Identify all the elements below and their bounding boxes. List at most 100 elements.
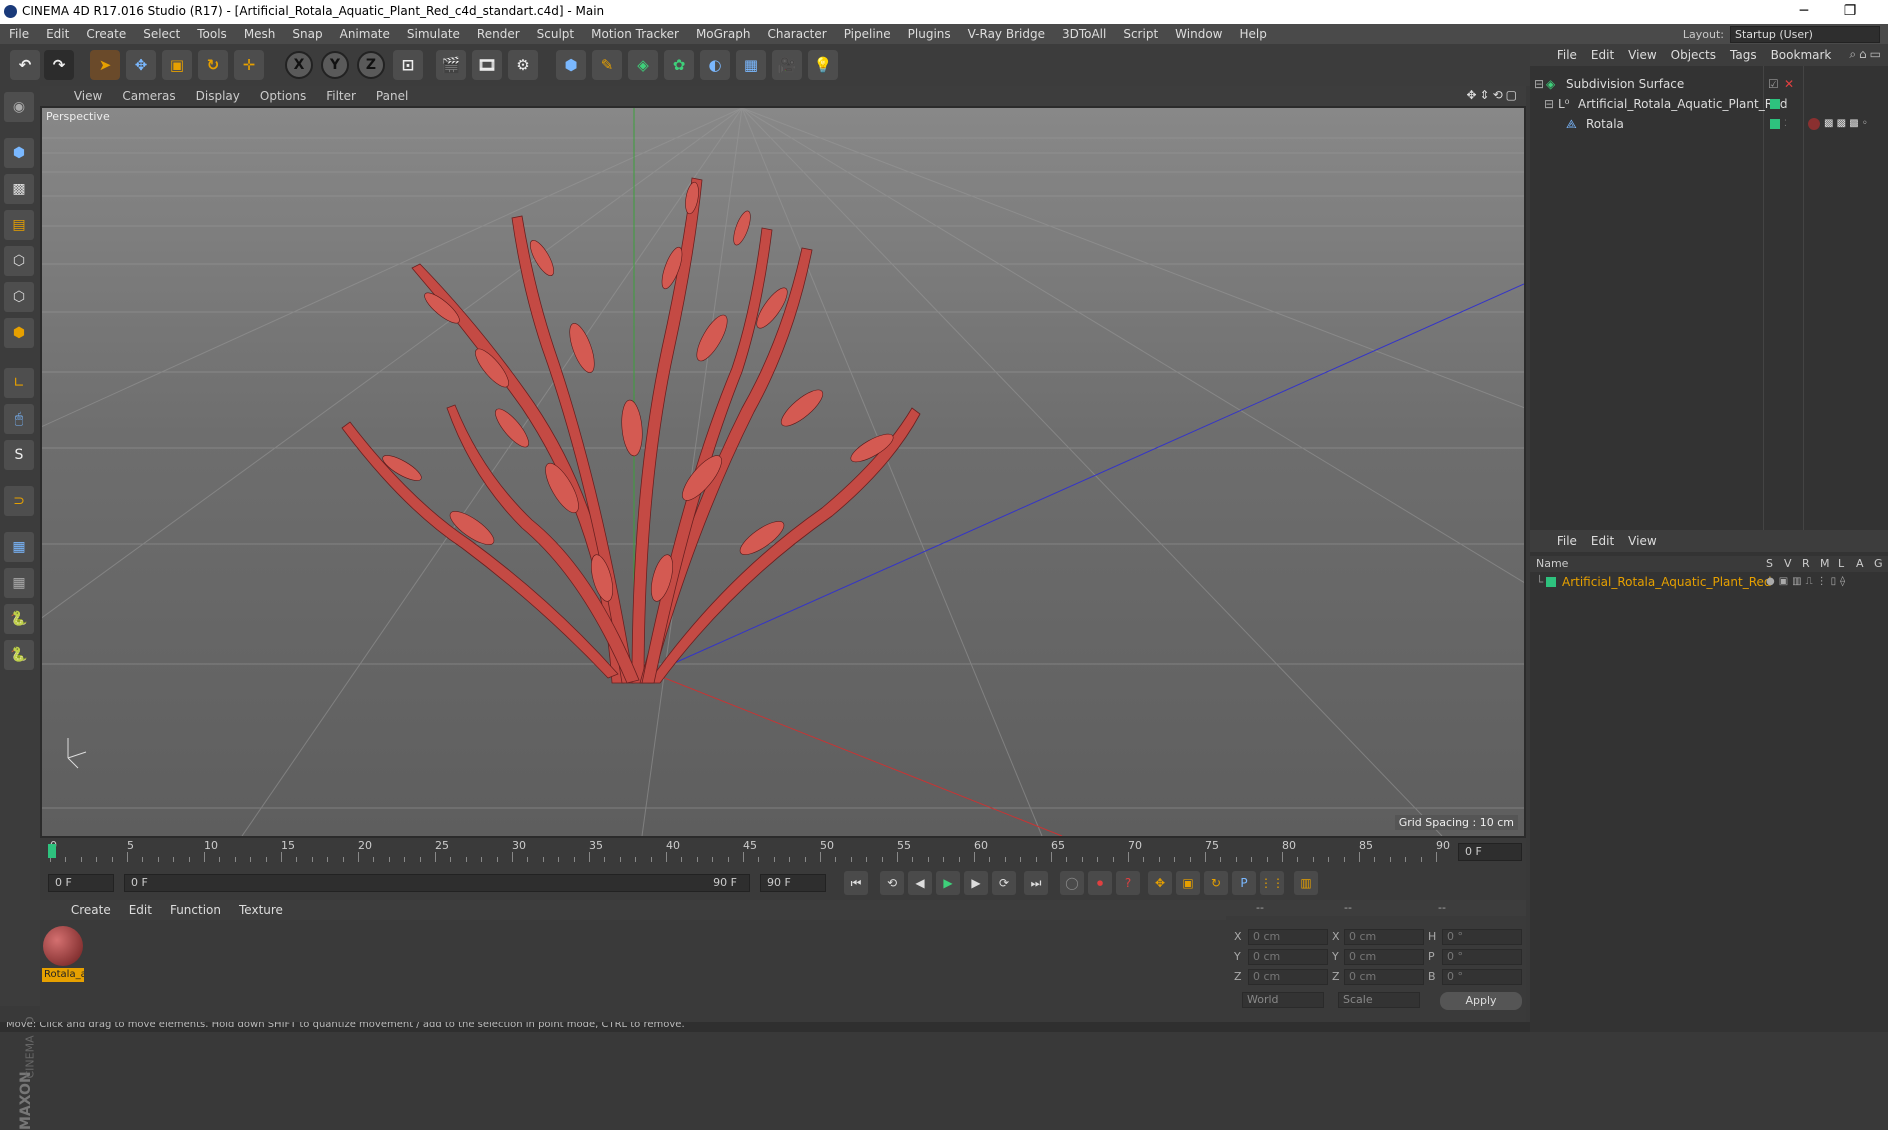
expand-toggle-icon[interactable]: ⊟ [1534,74,1544,94]
viewport-menu-display[interactable]: Display [186,86,250,106]
menu-plugins[interactable]: Plugins [899,24,959,44]
menu-vray-bridge[interactable]: V-Ray Bridge [959,24,1053,44]
menu-window[interactable]: Window [1166,24,1230,44]
expand-toggle-icon[interactable]: ⊟ [1544,94,1554,114]
render-dots-icon[interactable]: ⁚ [1784,94,1787,114]
keyframe-selection-icon[interactable]: ? [1116,871,1140,895]
viewport-menu-filter[interactable]: Filter [316,86,366,106]
deformer-icon[interactable]: ◐ [700,50,730,80]
column-g[interactable]: G [1874,557,1883,570]
x-axis-icon[interactable]: X [285,51,313,79]
axis-mode-icon[interactable]: ∟ [4,368,34,398]
spline-pen-icon[interactable]: ✎ [592,50,622,80]
key-point-level-icon[interactable]: ⋮⋮ [1260,871,1284,895]
layout-dropdown[interactable]: Startup (User) [1730,25,1880,43]
menu-select[interactable]: Select [134,24,188,44]
python-console-icon[interactable]: 🐍 [4,640,34,670]
render-picture-viewer-icon[interactable]: 🎞 [472,50,502,80]
size-x-field[interactable]: 0 cm [1344,929,1424,945]
subdivision-generator-icon[interactable]: ◈ [628,50,658,80]
position-z-field[interactable]: 0 cm [1248,969,1328,985]
material-name[interactable]: Rotala_a [42,968,84,982]
timeline-ruler[interactable]: 051015202530354045505560657075808590 0 F [40,838,1526,866]
object-menu-objects[interactable]: Objects [1664,44,1723,66]
viewport-menu-view[interactable]: View [64,86,112,106]
object-search-icons[interactable]: ⌕⌂▭ [1849,47,1884,62]
snapping-icon[interactable]: S [4,440,34,470]
rotation-b-field[interactable]: 0 ° [1442,969,1522,985]
previous-frame-icon[interactable]: ◀ [908,871,932,895]
scale-tool-icon[interactable]: ▣ [162,50,192,80]
menu-help[interactable]: Help [1230,24,1274,44]
key-position-icon[interactable]: ✥ [1148,871,1172,895]
make-editable-icon[interactable]: ◉ [4,92,34,122]
rotation-p-field[interactable]: 0 ° [1442,949,1522,965]
recent-tool-icon[interactable]: ✛ [234,50,264,80]
menu-animate[interactable]: Animate [331,24,398,44]
object-menu-bookmark[interactable]: Bookmark [1764,44,1839,66]
menu-3dtoall[interactable]: 3DToAll [1053,24,1114,44]
position-y-field[interactable]: 0 cm [1248,949,1328,965]
cloner-icon[interactable]: ✿ [664,50,694,80]
texture-mode-icon[interactable]: ▩ [4,174,34,204]
auto-keying-icon[interactable]: ⏺ [1088,871,1112,895]
menu-file[interactable]: File [0,24,37,44]
camera-icon[interactable]: 🎥 [772,50,802,80]
locked-workplane-icon[interactable]: ▦ [4,532,34,562]
edges-mode-icon[interactable]: ⬡ [4,282,34,312]
polygons-mode-icon[interactable]: ⬢ [4,318,34,348]
column-s[interactable]: S [1766,557,1773,570]
redo-icon[interactable]: ↷ [44,50,74,80]
material-menu-create[interactable]: Create [62,900,120,920]
visibility-toggle-icon[interactable]: ☑ [1768,74,1779,94]
coord-space-dropdown[interactable]: World [1242,992,1324,1008]
rotation-h-field[interactable]: 0 ° [1442,929,1522,945]
column-m[interactable]: M [1820,557,1830,570]
render-settings-icon[interactable]: ⚙ [508,50,538,80]
current-frame-field[interactable]: 0 F [48,874,114,892]
object-row-artificial-rotala[interactable]: ⊟ L⁰ Artificial_Rotala_Aquatic_Plant_Red… [1530,94,1888,114]
column-v[interactable]: V [1784,557,1792,570]
record-keys-icon[interactable]: ◯ [1060,871,1084,895]
move-tool-icon[interactable]: ✥ [126,50,156,80]
menu-pipeline[interactable]: Pipeline [835,24,899,44]
viewport-menu-options[interactable]: Options [250,86,316,106]
layer-color-icon[interactable] [1546,577,1556,587]
material-menu-edit[interactable]: Edit [120,900,161,920]
disabled-x-icon[interactable]: ✕ [1784,74,1794,94]
menu-mograph[interactable]: MoGraph [687,24,759,44]
viewport-nav-icons[interactable]: ✥⇕⟲▢ [1466,88,1520,102]
render-dots-icon[interactable]: ⁚ [1784,114,1787,134]
apply-button[interactable]: Apply [1440,992,1522,1010]
timeline-playhead[interactable] [48,844,56,858]
live-selection-icon[interactable]: ➤ [90,50,120,80]
floor-scene-icon[interactable]: ▦ [736,50,766,80]
layer-color-icon[interactable] [1770,119,1780,129]
menu-render[interactable]: Render [468,24,528,44]
y-axis-icon[interactable]: Y [321,51,349,79]
object-menu-tags[interactable]: Tags [1723,44,1764,66]
key-parameter-icon[interactable]: P [1232,871,1256,895]
viewport-canvas[interactable]: Perspective Grid Spacing : 10 cm [42,108,1524,836]
material-menu-texture[interactable]: Texture [230,900,292,920]
workplane-mode-icon[interactable]: ▤ [4,210,34,240]
layer-menu-view[interactable]: View [1621,530,1663,552]
go-to-end-icon[interactable]: ⏭ [1024,871,1048,895]
model-mode-icon[interactable]: ⬢ [4,138,34,168]
render-view-icon[interactable]: 🎬 [436,50,466,80]
light-icon[interactable]: 💡 [808,50,838,80]
viewport-menu-panel[interactable]: Panel [366,86,418,106]
points-mode-icon[interactable]: ⬡ [4,246,34,276]
layer-flag-icons[interactable]: ●▣▥⎍⋮▯⟠ [1766,572,1849,592]
size-y-field[interactable]: 0 cm [1344,949,1424,965]
position-x-field[interactable]: 0 cm [1248,929,1328,945]
menu-snap[interactable]: Snap [283,24,330,44]
menu-edit[interactable]: Edit [37,24,77,44]
layer-name[interactable]: Artificial_Rotala_Aquatic_Plant_Red [1562,572,1772,592]
timeline-window-icon[interactable]: ▥ [1294,871,1318,895]
material-menu-function[interactable]: Function [161,900,230,920]
menu-simulate[interactable]: Simulate [398,24,468,44]
undo-icon[interactable]: ↶ [10,50,40,80]
menu-motion-tracker[interactable]: Motion Tracker [582,24,687,44]
menu-mesh[interactable]: Mesh [235,24,284,44]
